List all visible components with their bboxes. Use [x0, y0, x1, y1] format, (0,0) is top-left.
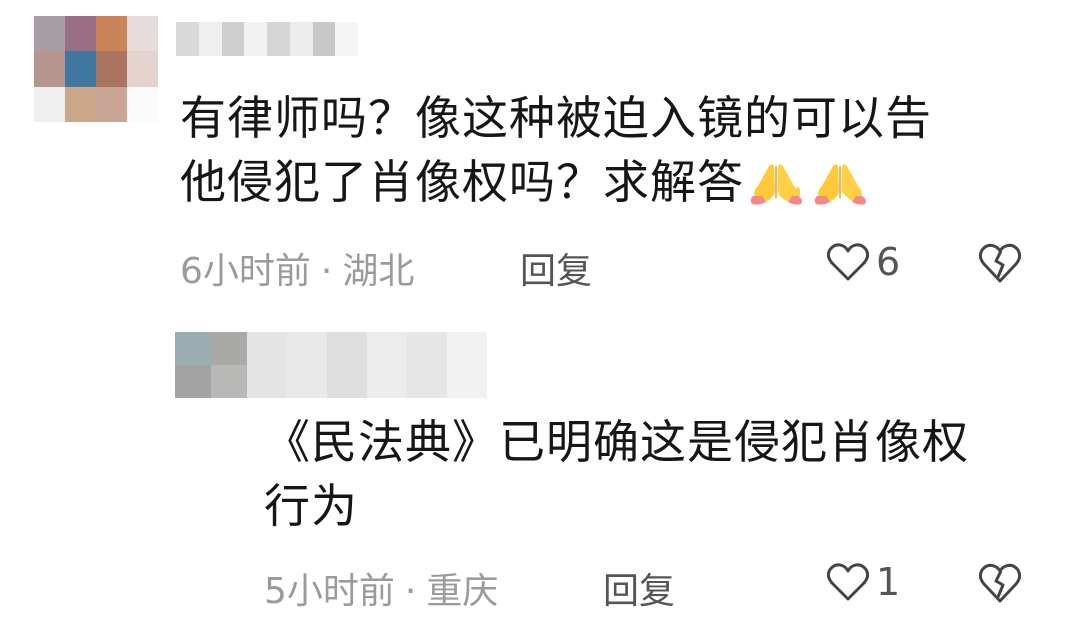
- mosaic-tile: [176, 22, 199, 56]
- mosaic-tile: [34, 16, 65, 52]
- mosaic-tile: [175, 365, 211, 398]
- mosaic-tile: [175, 332, 211, 365]
- folded-hands-icon: [750, 164, 802, 205]
- reply-button[interactable]: 回复: [520, 242, 592, 294]
- mosaic-tile: [267, 22, 290, 56]
- mosaic-tile: [287, 332, 327, 398]
- mosaic-tile: [65, 16, 96, 52]
- mosaic-tile: [65, 86, 96, 122]
- meta-separator: ·: [404, 571, 417, 612]
- comment-meta: 5小时前 · 重庆: [264, 562, 498, 614]
- like-button[interactable]: 1: [826, 560, 900, 604]
- mosaic-tile: [407, 332, 447, 398]
- mosaic-tile: [221, 22, 245, 56]
- mosaic-tile: [96, 51, 127, 87]
- username-blurred[interactable]: [176, 22, 358, 56]
- username-blurred[interactable]: [247, 332, 487, 398]
- comment-text: 《民法典》已明确这是侵犯肖像权 行为: [264, 415, 969, 533]
- mosaic-tile: [244, 22, 267, 56]
- mosaic-tile: [211, 332, 247, 365]
- like-button[interactable]: 6: [826, 240, 900, 284]
- meta-separator: ·: [320, 251, 333, 292]
- mosaic-tile: [335, 22, 358, 56]
- mosaic-tile: [96, 16, 127, 52]
- mosaic-tile: [312, 22, 336, 56]
- mosaic-tile: [34, 51, 65, 87]
- mosaic-tile: [198, 22, 222, 56]
- comment-meta: 6小时前 · 湖北: [180, 242, 414, 294]
- mosaic-tile: [127, 16, 158, 52]
- mosaic-tile: [447, 332, 487, 398]
- broken-heart-icon[interactable]: [977, 241, 1023, 285]
- comment-time: 6小时前: [180, 251, 311, 292]
- mosaic-tile: [96, 86, 127, 122]
- broken-heart-icon[interactable]: [977, 561, 1023, 605]
- avatar[interactable]: [175, 332, 247, 398]
- like-count: 6: [876, 240, 901, 284]
- reply-button[interactable]: 回复: [603, 562, 675, 614]
- mosaic-tile: [367, 332, 407, 398]
- avatar[interactable]: [34, 16, 158, 122]
- comment-time: 5小时前: [264, 571, 395, 612]
- mosaic-tile: [65, 51, 96, 87]
- mosaic-tile: [127, 51, 158, 87]
- mosaic-tile: [127, 86, 158, 122]
- mosaic-tile: [34, 86, 65, 122]
- mosaic-tile: [327, 332, 367, 398]
- like-count: 1: [876, 560, 901, 604]
- comment-text: 有律师吗？像这种被迫入镜的可以告 他侵犯了肖像权吗？求解答: [180, 86, 1040, 214]
- heart-icon[interactable]: [826, 561, 870, 603]
- comment-location: 重庆: [426, 571, 499, 612]
- comment-location: 湖北: [342, 251, 415, 292]
- mosaic-tile: [247, 332, 287, 398]
- heart-icon[interactable]: [826, 241, 870, 283]
- folded-hands-icon: [814, 164, 866, 205]
- mosaic-tile: [289, 22, 313, 56]
- mosaic-tile: [211, 365, 247, 398]
